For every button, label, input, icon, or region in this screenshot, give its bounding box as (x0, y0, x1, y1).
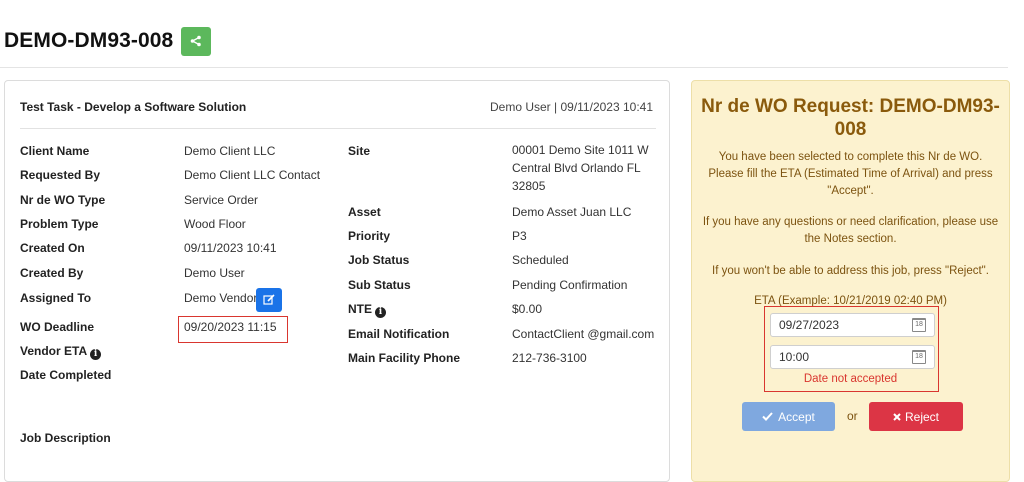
client-name-value: Demo Client LLC (184, 144, 276, 158)
vendor-eta-label-wrap: Vendor ETA i (20, 344, 102, 360)
job-status-label: Job Status (348, 253, 410, 267)
created-on-label: Created On (20, 241, 85, 255)
problem-type-value: Wood Floor (184, 217, 246, 231)
asset-label: Asset (348, 205, 381, 219)
asset-value: Demo Asset Juan LLC (512, 205, 632, 219)
header-divider (0, 67, 1008, 68)
wo-deadline-label: WO Deadline (20, 320, 95, 334)
priority-value: P3 (512, 229, 527, 243)
facility-phone-value: 212-736-3100 (512, 351, 587, 365)
panel-title: Nr de WO Request: DEMO-DM93-008 (701, 96, 1000, 140)
edit-icon (263, 294, 275, 305)
task-title: Test Task - Develop a Software Solution (20, 100, 247, 114)
page-header: DEMO-DM93-008 (4, 26, 212, 56)
panel-reject-note: If you won't be able to address this job… (712, 265, 989, 277)
nte-value: $0.00 (512, 302, 543, 316)
assigned-to-label: Assigned To (20, 291, 92, 305)
times-icon (893, 412, 901, 421)
check-icon (762, 412, 773, 421)
problem-type-label: Problem Type (20, 217, 99, 231)
created-by-value: Demo User (184, 266, 245, 280)
reject-label: Reject (904, 409, 939, 424)
created-by-label: Created By (20, 266, 84, 280)
assigned-to-value: Demo Vendor (184, 291, 258, 305)
share-icon (191, 35, 202, 47)
task-meta: Demo User | 09/11/2023 10:41 (490, 100, 653, 114)
card-divider (20, 128, 656, 129)
info-icon[interactable]: i (90, 349, 102, 360)
accept-label: Accept (778, 409, 815, 424)
email-notification-value: ContactClient @gmail.com (512, 327, 655, 341)
nte-label: NTE (348, 302, 372, 316)
priority-label: Priority (348, 229, 391, 243)
sub-status-label: Sub Status (348, 278, 411, 292)
date-completed-label: Date Completed (20, 368, 112, 382)
wo-type-label: Nr de WO Type (20, 193, 106, 207)
accept-button[interactable]: Accept (742, 402, 835, 431)
panel-instructions: You have been selected to complete this … (708, 151, 993, 197)
site-value: 00001 Demo Site 1011 W Central Blvd Orla… (512, 143, 649, 193)
request-panel: Nr de WO Request: DEMO-DM93-008 You have… (691, 80, 1010, 482)
task-card: Test Task - Develop a Software Solution … (4, 80, 670, 482)
eta-highlight (764, 306, 939, 392)
email-notification-label: Email Notification (348, 327, 450, 341)
panel-questions-note: If you have any questions or need clarif… (702, 216, 999, 245)
requested-by-value: Demo Client LLC Contact (184, 168, 321, 182)
site-label: Site (348, 144, 371, 158)
requested-by-label: Requested By (20, 168, 101, 182)
job-description-label: Job Description (20, 431, 111, 445)
job-status-value: Scheduled (512, 253, 569, 267)
reject-button[interactable]: Reject (869, 402, 963, 431)
created-on-value: 09/11/2023 10:41 (184, 241, 277, 255)
client-name-label: Client Name (20, 144, 90, 158)
info-icon[interactable]: i (375, 307, 386, 318)
sub-status-value: Pending Confirmation (512, 278, 628, 292)
edit-vendor-button[interactable] (256, 288, 282, 312)
share-button[interactable] (181, 26, 212, 56)
nte-label-wrap: NTE i (348, 302, 386, 318)
page-title: DEMO-DM93-008 (4, 29, 174, 52)
facility-phone-label: Main Facility Phone (348, 351, 461, 365)
wo-type-value: Service Order (184, 193, 259, 207)
or-text: or (847, 409, 858, 423)
deadline-highlight (178, 316, 288, 343)
vendor-eta-label: Vendor ETA (20, 344, 88, 358)
